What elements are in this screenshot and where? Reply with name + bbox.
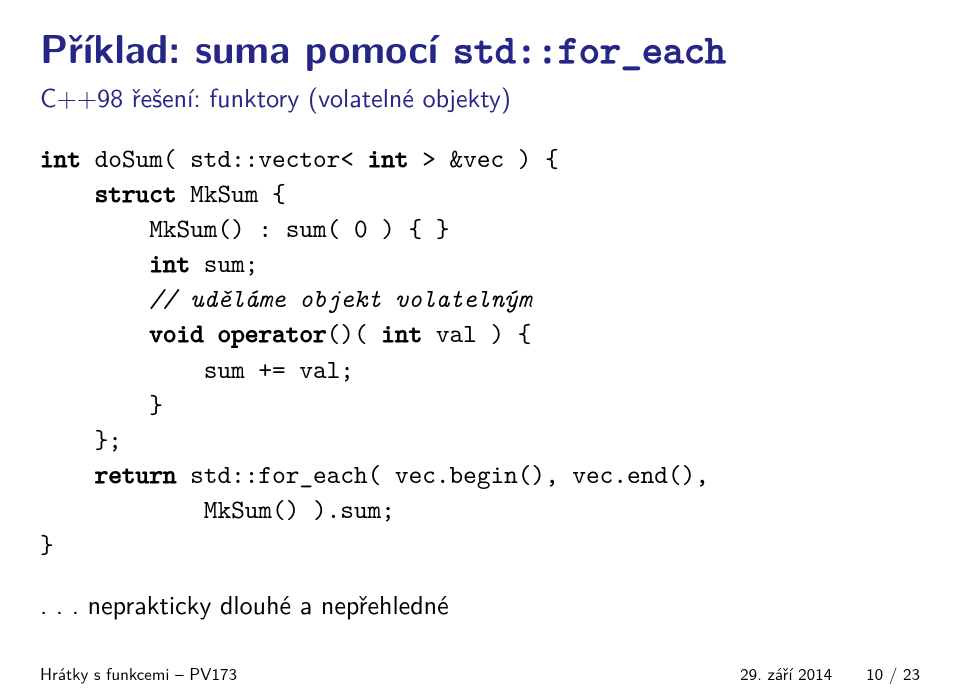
code-text [40, 177, 95, 211]
code-text [40, 282, 149, 316]
code-text: sum; [190, 247, 258, 281]
code-kw: int [381, 317, 422, 351]
code-text: MkSum() : sum( 0 ) { } [40, 212, 450, 246]
slide-note: . . . neprakticky dlouhé a nepřehledné [40, 585, 920, 623]
code-text: > &vec ) { [409, 142, 559, 176]
footer-left: Hrátky s funkcemi – PV173 [40, 661, 237, 686]
code-kw: void [149, 317, 204, 351]
footer-page-total: 23 [903, 661, 920, 686]
code-text: val ) { [422, 317, 531, 351]
code-text: std::for_each( vec.begin(), vec.end(), [177, 458, 709, 492]
slide-subtitle: C++98 řešení: funktory (volatelné objekt… [40, 78, 920, 116]
title-code: std::for_each [453, 22, 726, 76]
slide-title: Příklad: suma pomocí std::for_each [40, 24, 920, 72]
code-text [204, 317, 218, 351]
code-text: }; [40, 423, 122, 457]
slide: Příklad: suma pomocí std::for_each C++98… [0, 0, 960, 700]
code-comment: // uděláme objekt volatelným [149, 282, 531, 316]
footer-page-sep: / [883, 661, 903, 686]
code-kw: int [40, 142, 81, 176]
code-text: sum += val; [40, 353, 354, 387]
code-text: } [40, 528, 54, 562]
title-text: Příklad: suma pomocí [40, 18, 453, 75]
code-text: } [40, 388, 163, 422]
code-text: doSum( std::vector< [81, 142, 368, 176]
code-text: ()( [327, 317, 382, 351]
code-kw: int [368, 142, 409, 176]
code-kw: int [149, 247, 190, 281]
code-text: MkSum() ).sum; [40, 493, 395, 527]
footer-page-current: 10 [866, 661, 883, 686]
slide-footer: Hrátky s funkcemi – PV173 29. září 2014 … [40, 661, 920, 686]
footer-date: 29. září 2014 [740, 661, 832, 686]
code-text: MkSum { [177, 177, 286, 211]
code-kw: return [95, 458, 177, 492]
footer-right: 29. září 2014 10 / 23 [740, 661, 920, 686]
code-text [40, 317, 149, 351]
code-block: int doSum( std::vector< int > &vec ) { s… [40, 142, 920, 563]
code-text [40, 247, 149, 281]
code-text [40, 458, 95, 492]
code-kw: operator [217, 317, 326, 351]
code-kw: struct [95, 177, 177, 211]
